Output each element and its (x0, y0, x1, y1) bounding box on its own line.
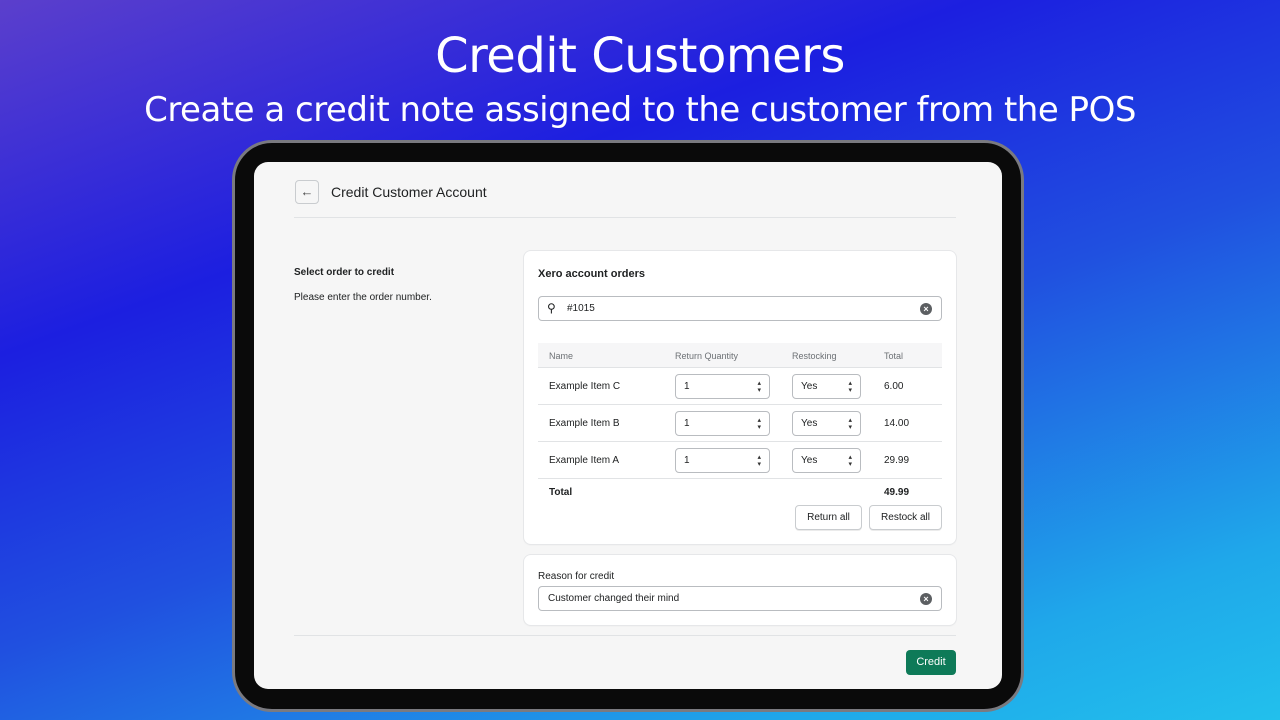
section-help: Please enter the order number. (294, 292, 432, 303)
quantity-select[interactable]: 1 ▴ ▾ (675, 374, 770, 399)
chevron-updown-icon: ▴ ▾ (757, 380, 761, 394)
clear-icon[interactable]: × (920, 593, 932, 605)
table-row: Example Item B 1 ▴ ▾ Yes ▴ ▾ 14.00 (538, 404, 942, 441)
total-value: 49.99 (884, 487, 910, 498)
return-all-button[interactable]: Return all (795, 505, 862, 530)
total-label: Total (549, 487, 573, 498)
item-total: 6.00 (884, 381, 904, 392)
table-header: Name Return Quantity Restocking Total (538, 343, 942, 367)
reason-label: Reason for credit (538, 571, 615, 582)
page-title: Credit Customer Account (331, 184, 487, 200)
table-row: Example Item A 1 ▴ ▾ Yes ▴ ▾ 29.99 (538, 441, 942, 478)
col-return-quantity: Return Quantity (675, 351, 739, 361)
banner-title: Credit Customers (435, 28, 845, 84)
orders-title: Xero account orders (538, 268, 645, 280)
section-heading: Select order to credit (294, 267, 395, 278)
item-name: Example Item A (549, 455, 620, 466)
clear-icon[interactable]: × (920, 303, 932, 315)
divider (294, 217, 956, 218)
restock-all-button[interactable]: Restock all (869, 505, 942, 530)
chevron-updown-icon: ▴ ▾ (848, 380, 852, 394)
item-name: Example Item C (549, 381, 621, 392)
chevron-updown-icon: ▴ ▾ (848, 417, 852, 431)
table-row: Example Item C 1 ▴ ▾ Yes ▴ ▾ 6.00 (538, 367, 942, 404)
quantity-select[interactable]: 1 ▴ ▾ (675, 411, 770, 436)
search-icon: ⚲ (547, 301, 556, 315)
order-search-input[interactable]: ⚲ #1015 × (538, 296, 942, 321)
reason-value: Customer changed their mind (548, 593, 680, 604)
orders-card: Xero account orders ⚲ #1015 × Name Retur… (524, 251, 956, 544)
arrow-left-icon: ← (300, 184, 314, 199)
restocking-select[interactable]: Yes ▴ ▾ (792, 448, 861, 473)
chevron-updown-icon: ▴ ▾ (757, 454, 761, 468)
credit-button[interactable]: Credit (906, 650, 956, 675)
divider (294, 635, 956, 636)
chevron-updown-icon: ▴ ▾ (757, 417, 761, 431)
divider (538, 478, 942, 479)
app-screen: ← Credit Customer Account Select order t… (254, 162, 1002, 689)
reason-input[interactable]: Customer changed their mind × (538, 586, 942, 611)
restocking-select[interactable]: Yes ▴ ▾ (792, 411, 861, 436)
back-button[interactable]: ← (295, 180, 319, 204)
col-total: Total (884, 351, 904, 361)
col-name: Name (549, 351, 574, 361)
col-restocking: Restocking (792, 351, 837, 361)
reason-card: Reason for credit Customer changed their… (524, 555, 956, 625)
banner-subtitle: Create a credit note assigned to the cus… (144, 90, 1136, 130)
chevron-updown-icon: ▴ ▾ (848, 454, 852, 468)
restocking-select[interactable]: Yes ▴ ▾ (792, 374, 861, 399)
search-value: #1015 (567, 303, 595, 314)
item-name: Example Item B (549, 418, 620, 429)
quantity-select[interactable]: 1 ▴ ▾ (675, 448, 770, 473)
item-total: 29.99 (884, 455, 910, 466)
item-total: 14.00 (884, 418, 910, 429)
